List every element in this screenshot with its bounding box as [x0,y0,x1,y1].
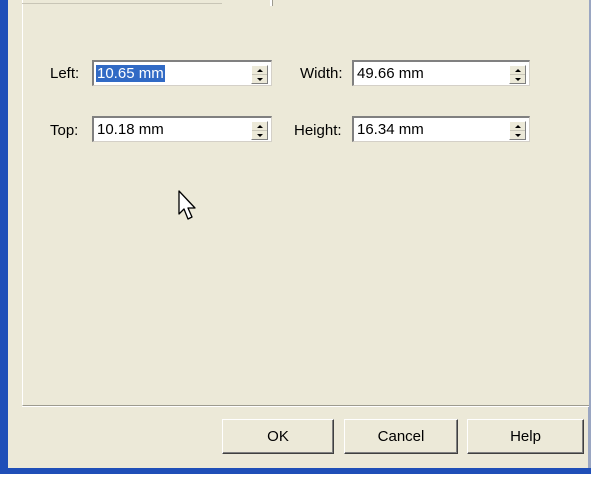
window-frame-bottom [0,468,591,474]
left-label: Left: [50,65,80,82]
left-spin-down[interactable] [252,75,267,83]
top-input[interactable]: 10.18 mm [92,116,272,142]
height-spin-up[interactable] [510,122,525,131]
width-value[interactable]: 49.66 mm [356,65,425,82]
height-label: Height: [294,122,342,139]
top-spinner[interactable] [251,121,268,140]
height-value[interactable]: 16.34 mm [356,121,425,138]
spin-down-icon [257,134,263,137]
top-spin-down[interactable] [252,131,267,139]
left-spinner[interactable] [251,65,268,84]
top-label: Top: [50,122,79,139]
spin-up-icon [257,125,263,128]
spin-down-icon [515,134,521,137]
left-input[interactable]: 10.65 mm [92,60,272,86]
tab-strip-remnant [22,0,222,4]
help-button[interactable]: Help [467,419,584,454]
top-value[interactable]: 10.18 mm [96,121,165,138]
spin-up-icon [515,125,521,128]
height-spin-down[interactable] [510,131,525,139]
top-spin-up[interactable] [252,122,267,131]
left-value[interactable]: 10.65 mm [96,65,165,82]
ok-button[interactable]: OK [222,419,334,454]
tab-edge-remnant [270,0,273,6]
cancel-button[interactable]: Cancel [344,419,458,454]
width-spin-up[interactable] [510,66,525,75]
spin-up-icon [515,69,521,72]
spin-down-icon [515,78,521,81]
width-input[interactable]: 49.66 mm [352,60,530,86]
width-spinner[interactable] [509,65,526,84]
width-label: Width: [300,65,343,82]
mouse-pointer-icon [178,190,196,220]
spin-down-icon [257,78,263,81]
height-spinner[interactable] [509,121,526,140]
left-spin-up[interactable] [252,66,267,75]
spin-up-icon [257,69,263,72]
width-spin-down[interactable] [510,75,525,83]
window-frame-left [0,0,8,474]
height-input[interactable]: 16.34 mm [352,116,530,142]
